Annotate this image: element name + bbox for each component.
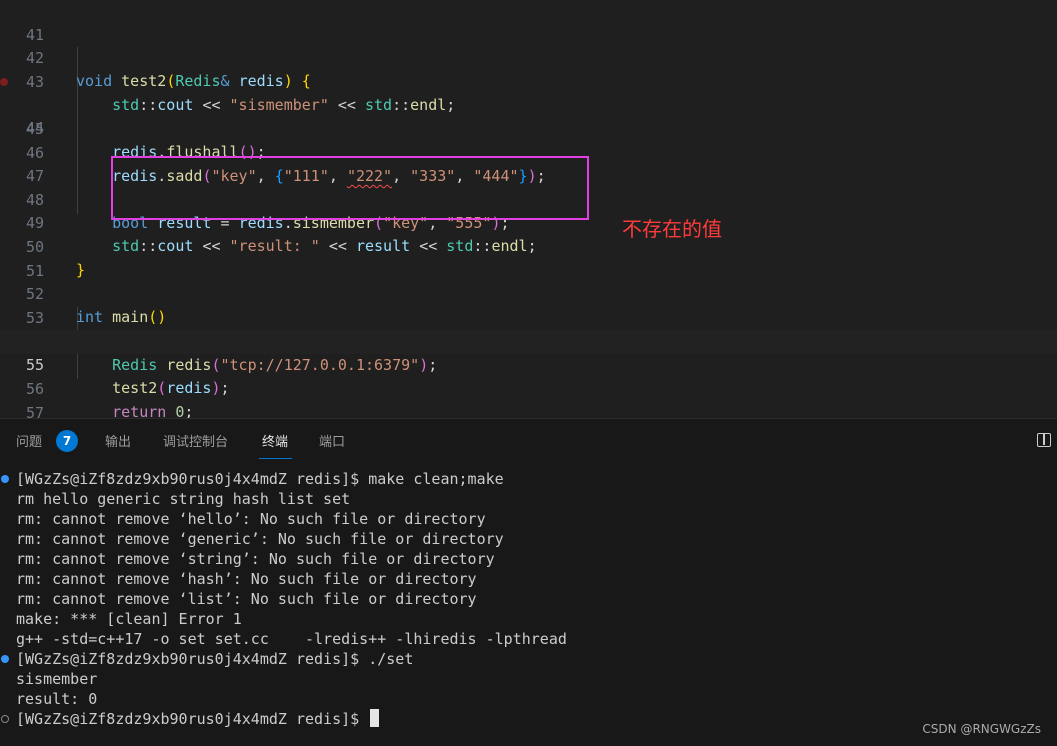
terminal-line: rm: cannot remove ‘hello’: No such file … <box>16 510 486 528</box>
terminal-line: make: *** [clean] Error 1 <box>16 610 242 628</box>
code-editor[interactable]: 41 42 void test2(Redis& redis) { 43 std:… <box>0 0 1057 418</box>
code-line: 52 int main() <box>0 259 1057 327</box>
code-line: 51 <box>0 236 1057 280</box>
bottom-panel: 问题 7 输出 调试控制台 终端 端口 [WGzZs@iZf8zdz9xb90r… <box>0 418 1057 746</box>
terminal-line: result: 0 <box>16 690 98 708</box>
code-line: 43 std::cout << "sismember" << std::endl… <box>0 47 1057 115</box>
terminal-line: rm: cannot remove ‘list’: No such file o… <box>16 590 477 608</box>
tab-debug-console[interactable]: 调试控制台 <box>163 431 228 450</box>
command-success-icon[interactable] <box>1 655 9 663</box>
terminal-line: g++ -std=c++17 -o set set.cc -lredis++ -… <box>16 630 567 648</box>
terminal-line: rm: cannot remove ‘string’: No such file… <box>16 550 495 568</box>
terminal-line: sismember <box>16 670 98 688</box>
code-line: 53 { <box>0 283 1057 351</box>
problems-count-badge: 7 <box>56 430 78 452</box>
code-line: 57 } <box>0 378 1057 418</box>
code-line: 44 redis.flushall(); <box>0 70 1057 161</box>
panel-tabs: 问题 7 输出 调试控制台 终端 端口 <box>0 419 1057 461</box>
tab-terminal[interactable]: 终端 <box>262 431 288 450</box>
command-pending-icon[interactable] <box>1 715 9 723</box>
line-number: 57 <box>25 403 44 418</box>
terminal-prompt: [WGzZs@iZf8zdz9xb90rus0j4x4mdZ redis]$ <box>16 710 369 728</box>
highlight-box <box>111 156 589 220</box>
code-line: 41 <box>0 0 1057 44</box>
terminal-prompt-line[interactable]: [WGzZs@iZf8zdz9xb90rus0j4x4mdZ redis]$ <box>16 709 380 729</box>
terminal-line: [WGzZs@iZf8zdz9xb90rus0j4x4mdZ redis]$ .… <box>16 650 414 668</box>
command-success-icon[interactable] <box>1 475 9 483</box>
code-line-active: 55 test2(redis); <box>0 330 1057 397</box>
terminal-line: rm hello generic string hash list set <box>16 490 351 508</box>
code-line: 56 return 0; <box>0 354 1057 418</box>
code-line: 46 redis.sadd("key", {"111", "222", "333… <box>0 118 1057 186</box>
annotation-text: 不存在的值 <box>622 217 722 241</box>
tab-output[interactable]: 输出 <box>105 431 131 450</box>
tab-ports[interactable]: 端口 <box>319 431 345 450</box>
terminal-line: rm: cannot remove ‘generic’: No such fil… <box>16 530 504 548</box>
split-panel-icon[interactable] <box>1037 433 1051 447</box>
tab-problems[interactable]: 问题 <box>16 431 42 450</box>
terminal-cursor <box>370 709 380 727</box>
terminal-line: rm: cannot remove ‘hash’: No such file o… <box>16 570 477 588</box>
breakpoint-icon[interactable] <box>0 78 8 86</box>
code-line: 42 void test2(Redis& redis) { <box>0 23 1057 91</box>
terminal-line: [WGzZs@iZf8zdz9xb90rus0j4x4mdZ redis]$ m… <box>16 470 504 488</box>
active-tab-indicator <box>259 458 292 459</box>
watermark: CSDN @RNGWGzZs <box>922 722 1041 736</box>
code-line: 45 <box>0 94 1057 138</box>
code-line: 54 Redis redis("tcp://127.0.0.1:6379"); <box>0 307 1057 375</box>
